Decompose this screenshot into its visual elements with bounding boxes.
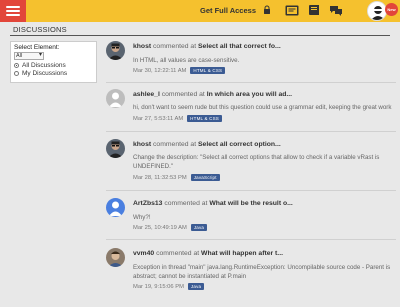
post-body: Exception in thread "main" java.lang.Run… <box>133 264 391 280</box>
commenter-avatar[interactable] <box>106 41 125 60</box>
post-username[interactable]: ArtZbs13 <box>133 200 162 207</box>
post-tag[interactable]: Java <box>187 283 205 290</box>
post-title-link[interactable]: Select all that correct fo... <box>198 43 281 50</box>
hamburger-menu-button[interactable] <box>0 0 26 22</box>
radio-my-discussions[interactable]: My Discussions <box>14 70 93 77</box>
post-username[interactable]: vvm40 <box>133 250 154 257</box>
post-divider <box>106 131 396 132</box>
post-meta: Mar 30, 12:22:11 AM HTML & CSS <box>133 67 226 74</box>
post-header: ashlee_l commented at In which area you … <box>133 91 292 98</box>
post-action: commented at <box>153 43 197 50</box>
discussion-item: ArtZbs13 commented at What will be the r… <box>106 198 396 234</box>
commenter-avatar[interactable] <box>106 89 125 108</box>
post-title-link[interactable]: What will be the result o... <box>209 200 292 207</box>
post-meta: Mar 27, 5:53:11 AM HTML & CSS <box>133 115 223 122</box>
post-header: ArtZbs13 commented at What will be the r… <box>133 200 293 207</box>
radio-label: All Discussions <box>22 62 66 69</box>
book-icon[interactable] <box>307 4 321 17</box>
post-header: khost commented at Select all that corre… <box>133 43 281 50</box>
post-title-link[interactable]: Select all correct option... <box>198 141 281 148</box>
post-username[interactable]: ashlee_l <box>133 91 160 98</box>
discussion-item: ashlee_l commented at In which area you … <box>106 89 396 129</box>
section-divider <box>10 35 390 36</box>
new-badge: New <box>385 3 398 16</box>
post-date: Mar 27, 5:53:11 AM <box>133 115 184 122</box>
get-full-access-link[interactable]: Get Full Access <box>200 6 256 15</box>
post-username[interactable]: khost <box>133 43 151 50</box>
radio-button[interactable] <box>14 71 19 76</box>
post-date: Mar 28, 11:32:53 PM <box>133 174 187 181</box>
user-avatar-image <box>368 2 386 20</box>
lock-icon <box>264 5 270 14</box>
post-meta: Mar 19, 9:15:06 PM Java <box>133 283 205 290</box>
radio-all-discussions[interactable]: All Discussions <box>14 62 93 69</box>
post-divider <box>106 239 396 240</box>
post-header: khost commented at Select all correct op… <box>133 141 281 148</box>
post-title-link[interactable]: What will happen after t... <box>201 250 283 257</box>
post-body: Why?! <box>133 214 151 221</box>
google-avatar-image <box>106 198 125 217</box>
post-body: In HTML, all values are case-sensitive. <box>133 57 240 64</box>
discussion-item: khost commented at Select all correct op… <box>106 139 396 187</box>
post-body: Change the description: "Select all corr… <box>133 154 380 170</box>
post-header: vvm40 commented at What will happen afte… <box>133 250 283 257</box>
screen-icon[interactable] <box>285 4 299 17</box>
top-bar: Get Full Access New <box>0 0 400 22</box>
khost-avatar-image <box>106 139 125 158</box>
post-tag[interactable]: HTML & CSS <box>187 115 223 122</box>
post-username[interactable]: khost <box>133 141 151 148</box>
photo-avatar-image <box>106 248 125 267</box>
chat-icon[interactable] <box>329 4 343 17</box>
post-body: hi, don't want to seem rude but this que… <box>133 104 392 111</box>
filter-label: Select Element: <box>14 44 60 51</box>
post-tag[interactable]: Java <box>190 224 208 231</box>
filter-panel: Select Element: All All Discussions My D… <box>10 41 97 83</box>
post-meta: Mar 25, 10:49:19 AM Java <box>133 224 208 231</box>
post-tag[interactable]: JavaScript <box>190 174 220 181</box>
post-tag[interactable]: HTML & CSS <box>190 67 226 74</box>
post-date: Mar 30, 12:22:11 AM <box>133 67 187 74</box>
discussion-item: khost commented at Select all that corre… <box>106 41 396 81</box>
commenter-avatar[interactable] <box>106 198 125 217</box>
post-action: commented at <box>156 250 200 257</box>
post-action: commented at <box>153 141 197 148</box>
post-title-link[interactable]: In which area you will ad... <box>207 91 292 98</box>
default-avatar-image <box>106 89 125 108</box>
post-divider <box>106 190 396 191</box>
discussion-item: vvm40 commented at What will happen afte… <box>106 248 396 298</box>
khost-avatar-image <box>106 41 125 60</box>
post-divider <box>106 82 396 83</box>
post-date: Mar 19, 9:15:06 PM <box>133 283 184 290</box>
post-meta: Mar 28, 11:32:53 PM JavaScript <box>133 174 220 181</box>
post-date: Mar 25, 10:49:19 AM <box>133 224 187 231</box>
radio-label: My Discussions <box>22 70 68 77</box>
commenter-avatar[interactable] <box>106 248 125 267</box>
section-title: DISCUSSIONS <box>13 25 67 34</box>
post-action: commented at <box>164 200 208 207</box>
post-action: commented at <box>161 91 205 98</box>
user-avatar[interactable] <box>367 1 387 21</box>
element-select[interactable]: All <box>14 52 44 60</box>
commenter-avatar[interactable] <box>106 139 125 158</box>
radio-button[interactable] <box>14 63 19 68</box>
